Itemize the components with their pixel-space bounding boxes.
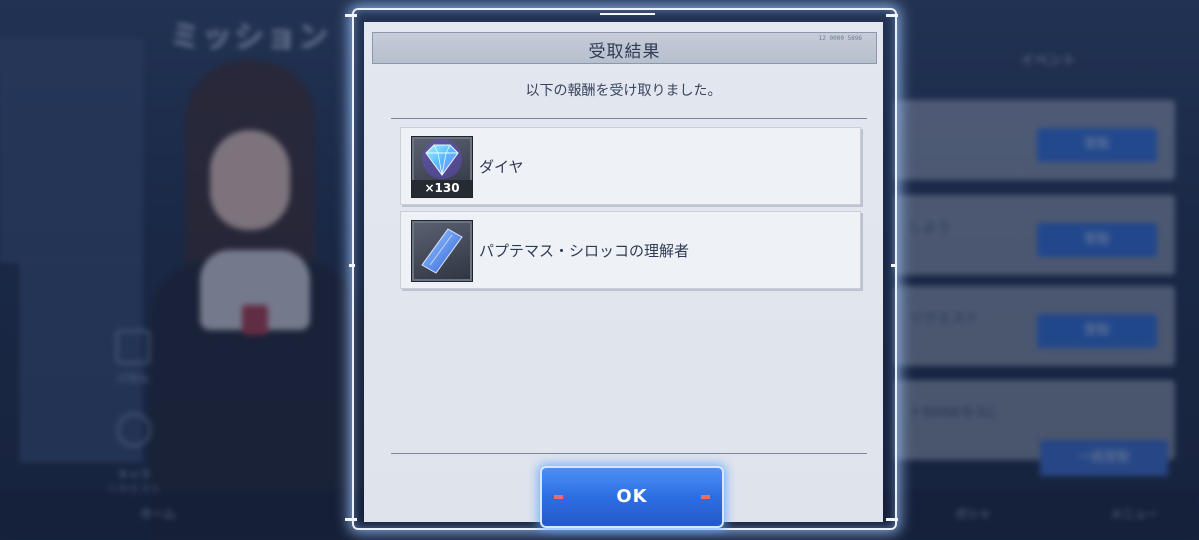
divider: [391, 453, 867, 454]
reward-name: パプテマス・シロッコの理解者: [479, 242, 690, 260]
plate-icon: [411, 220, 473, 282]
reward-result-dialog: 受取結果 12 0000 5896 以下の報酬を受け取りました。 ×130 ダイ…: [364, 22, 883, 522]
ok-button-label: OK: [616, 486, 648, 507]
frame-side-tick: [891, 264, 897, 267]
frame-corner-tick: [345, 14, 357, 17]
dialog-message: 以下の報酬を受け取りました。: [525, 83, 722, 99]
plate-graphic: [421, 228, 463, 274]
frame-top-tick: [600, 13, 655, 15]
reward-quantity: ×130: [412, 180, 472, 197]
diamond-graphic: [422, 139, 462, 179]
diamond-icon: ×130: [411, 136, 473, 198]
ok-button[interactable]: OK: [540, 466, 724, 528]
reward-item: パプテマス・シロッコの理解者: [400, 211, 861, 289]
frame-side-tick: [349, 264, 355, 267]
dialog-title-bar: 受取結果 12 0000 5896: [372, 32, 877, 64]
frame-corner-tick: [345, 518, 357, 521]
ok-button-right-mark: [701, 495, 710, 499]
divider: [391, 118, 867, 119]
reward-item: ×130 ダイヤ: [400, 127, 861, 205]
dialog-serial-code: 12 0000 5896: [818, 35, 862, 42]
dialog-title: 受取結果: [588, 42, 661, 62]
frame-corner-tick: [886, 14, 898, 17]
reward-name: ダイヤ: [479, 158, 524, 176]
frame-corner-tick: [886, 518, 898, 521]
